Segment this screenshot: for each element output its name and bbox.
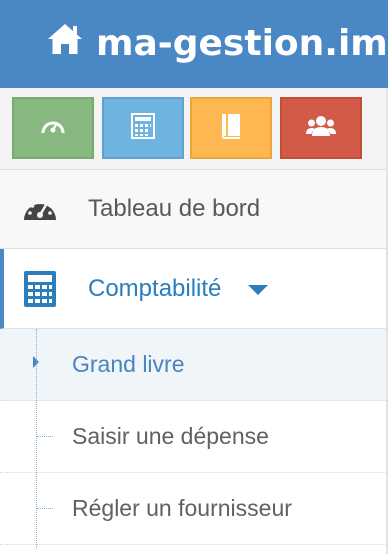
sidebar-item-label: Comptabilité	[88, 274, 222, 302]
submenu-item-regler-fournisseur[interactable]: Régler un fournisseur	[0, 473, 388, 545]
tree-line	[36, 329, 37, 549]
sidebar-shortcuts	[0, 88, 388, 170]
shortcut-accounting-button[interactable]	[102, 97, 184, 159]
submenu-item-label: Grand livre	[72, 351, 185, 377]
book-icon	[220, 113, 242, 144]
sidebar-item-dashboard[interactable]: Tableau de bord	[0, 170, 388, 249]
shortcut-dashboard-button[interactable]	[12, 97, 94, 159]
dashboard-gauge-icon	[20, 194, 60, 224]
caret-down-icon	[247, 283, 269, 301]
submenu-item-grand-livre[interactable]: Grand livre	[0, 329, 388, 401]
navbar: ma-gestion.imm	[0, 0, 388, 88]
brand-text: ma-gestion.imm	[96, 22, 388, 64]
shortcut-users-button[interactable]	[280, 97, 362, 159]
dashboard-gauge-icon	[40, 115, 66, 142]
calculator-icon	[131, 112, 155, 144]
calculator-icon	[20, 270, 60, 308]
sidebar-item-label: Tableau de bord	[88, 195, 261, 222]
submenu-item-label: Saisir une dépense	[72, 423, 269, 449]
tree-connector	[37, 436, 53, 437]
tree-connector	[37, 508, 53, 509]
home-icon	[46, 22, 96, 65]
brand-link[interactable]: ma-gestion.imm	[46, 20, 388, 66]
submenu-item-label: Régler un fournisseur	[72, 495, 292, 521]
sidebar-item-accounting[interactable]: Comptabilité	[0, 249, 388, 329]
submenu-item-saisir-depense[interactable]: Saisir une dépense	[0, 401, 388, 473]
users-icon	[306, 115, 336, 142]
shortcut-book-button[interactable]	[190, 97, 272, 159]
